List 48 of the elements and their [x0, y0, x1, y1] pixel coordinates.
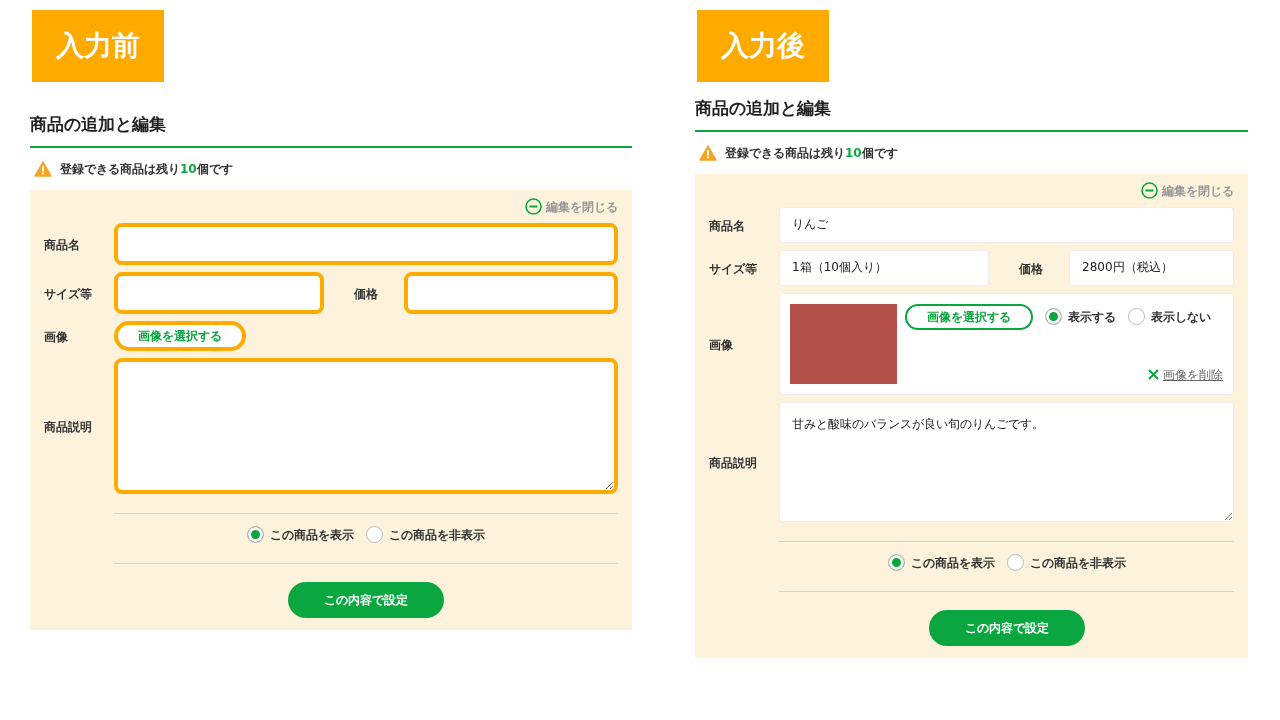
radio-button[interactable]: [1128, 308, 1145, 325]
radio-button[interactable]: [366, 526, 383, 543]
close-edit-link[interactable]: 編集を閉じる: [1141, 181, 1234, 200]
radio-button[interactable]: [247, 526, 264, 543]
text-field[interactable]: [114, 271, 324, 314]
submit-button[interactable]: この内容で設定: [288, 581, 444, 618]
radio-button[interactable]: [1006, 554, 1024, 571]
warning-icon: [34, 160, 52, 177]
text-field[interactable]: りんご: [779, 206, 1234, 243]
field-label: サイズ等: [44, 286, 92, 301]
field-label: 商品名: [44, 237, 80, 252]
field-label: 画像: [44, 329, 68, 344]
description-field[interactable]: 甘みと酸味のバランスが良い旬のりんごです。: [779, 401, 1234, 522]
text-field[interactable]: [404, 271, 618, 314]
radio-label: 表示しない: [1151, 308, 1211, 326]
field-label: 商品説明: [709, 455, 757, 470]
text-field[interactable]: [114, 222, 618, 265]
radio-label: この商品を表示: [910, 554, 995, 572]
minus-circle-icon: [1141, 182, 1158, 199]
notice-text: 登録できる商品は残り 10個です: [60, 160, 233, 178]
select-image-button[interactable]: 画像を選択する: [905, 303, 1033, 330]
radio-label: 表示する: [1068, 308, 1116, 326]
close-edit-link[interactable]: 編集を閉じる: [525, 197, 618, 216]
section-heading: 商品の追加と編集: [695, 97, 832, 120]
submit-button[interactable]: この内容で設定: [928, 609, 1085, 646]
section-heading: 商品の追加と編集: [30, 113, 167, 136]
field-label: 画像: [709, 337, 733, 352]
radio-label: この商品を非表示: [1029, 554, 1126, 572]
radio-button[interactable]: [887, 554, 905, 571]
close-icon: [1148, 369, 1159, 380]
field-label: 価格: [354, 286, 378, 301]
badge: 入力後: [697, 10, 829, 82]
field-label: サイズ等: [709, 261, 757, 276]
minus-circle-icon: [525, 198, 542, 215]
delete-image-link[interactable]: 画像を削除: [1148, 365, 1223, 384]
field-label: 商品説明: [44, 419, 92, 434]
radio-button[interactable]: [1045, 308, 1062, 325]
description-field[interactable]: [114, 357, 618, 494]
notice-text: 登録できる商品は残り 10個です: [725, 144, 898, 162]
radio-label: この商品を表示: [270, 526, 354, 544]
warning-icon: [699, 144, 717, 161]
text-field[interactable]: 1箱（10個入り）: [779, 249, 989, 286]
badge: 入力前: [32, 10, 164, 82]
field-label: 価格: [1019, 261, 1043, 276]
radio-label: この商品を非表示: [389, 526, 485, 544]
text-field[interactable]: 2800円（税込）: [1069, 249, 1234, 286]
field-label: 商品名: [709, 218, 745, 233]
select-image-button[interactable]: 画像を選択する: [114, 320, 246, 351]
